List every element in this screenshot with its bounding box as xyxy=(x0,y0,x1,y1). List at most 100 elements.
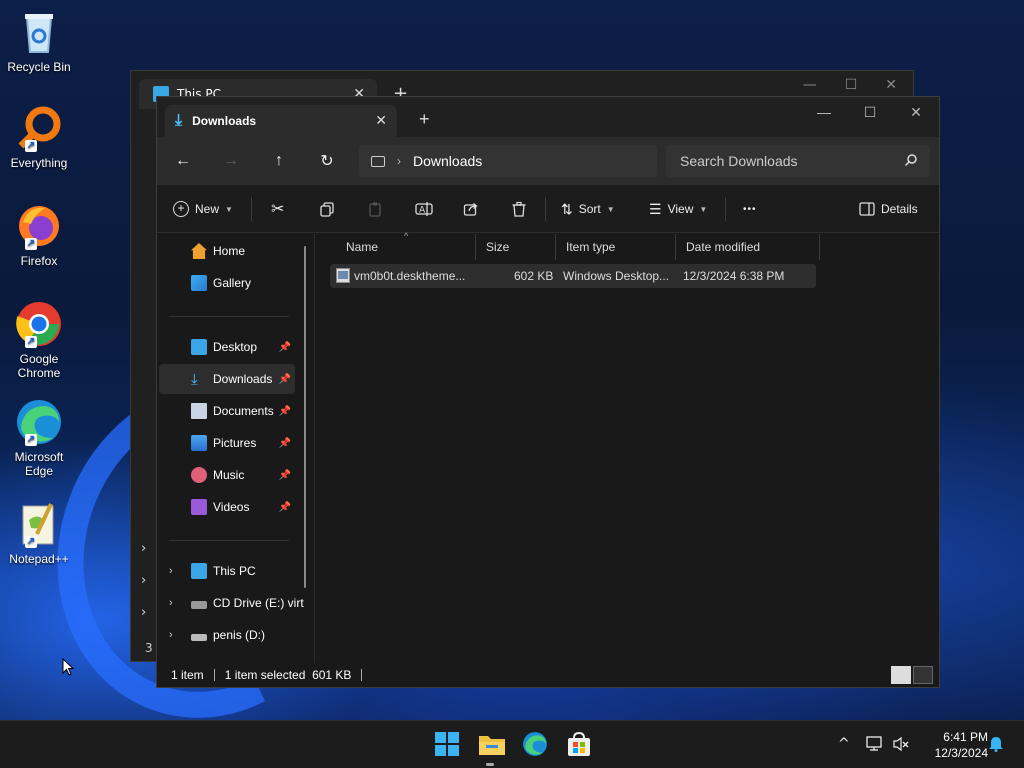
chevron-right-icon[interactable]: › xyxy=(141,605,146,620)
close-icon[interactable]: ✕ xyxy=(885,77,897,93)
tiles-view-button[interactable] xyxy=(913,666,933,684)
close-button[interactable]: ✕ xyxy=(893,97,939,127)
column-label: Item type xyxy=(566,240,616,254)
sidebar-item-this-pc[interactable]: › This PC xyxy=(159,556,295,586)
details-view-button[interactable] xyxy=(891,666,911,684)
download-arrow-icon: ⤓ xyxy=(175,112,183,129)
desktop-icon-firefox[interactable]: ↗ Firefox xyxy=(4,202,74,268)
desktop-icon-chrome[interactable]: ↗ Google Chrome xyxy=(4,300,74,380)
sort-button[interactable]: ⇅ Sort ▼ xyxy=(561,197,615,221)
sidebar-item-label: Desktop xyxy=(213,340,258,354)
pin-icon[interactable]: 📌 xyxy=(279,406,291,417)
sidebar-item-label: Videos xyxy=(213,500,250,514)
sidebar-item-music[interactable]: Music 📌 xyxy=(159,460,295,490)
sidebar-scrollbar[interactable] xyxy=(304,246,306,588)
new-tab-button[interactable]: + xyxy=(419,109,430,130)
chevron-down-icon: ▼ xyxy=(699,204,708,214)
paste-icon[interactable] xyxy=(367,197,383,221)
desktop-icon-everything[interactable]: ↗ Everything xyxy=(4,104,74,170)
pictures-folder-icon xyxy=(191,435,207,451)
table-row[interactable]: vm0b0t.desktheme... 602 KB Windows Deskt… xyxy=(330,264,816,288)
maximize-button[interactable]: ☐ xyxy=(847,97,893,127)
file-explorer-window[interactable]: ⤓ Downloads ✕ + — ☐ ✕ ← → ↑ ↻ › Download… xyxy=(156,96,940,688)
search-icon[interactable] xyxy=(904,153,918,170)
cut-icon[interactable]: ✂ xyxy=(271,197,284,221)
new-button[interactable]: + New ▼ xyxy=(173,197,233,221)
refresh-icon[interactable]: ↻ xyxy=(315,149,339,173)
pin-icon[interactable]: 📌 xyxy=(279,502,291,513)
navigation-pane: Home Gallery Desktop 📌 ⤓ Downloads 📌 Doc… xyxy=(157,234,315,665)
file-explorer-taskbar-button[interactable] xyxy=(478,731,506,759)
breadcrumb-separator-icon: › xyxy=(397,154,401,168)
clock-time: 6:41 PM xyxy=(943,730,988,744)
sort-label: Sort xyxy=(578,202,601,216)
minimize-button[interactable]: — xyxy=(801,97,847,127)
pin-icon[interactable]: 📌 xyxy=(279,438,291,449)
pin-icon[interactable]: 📌 xyxy=(279,374,291,385)
expand-chevron-icon[interactable]: › xyxy=(169,597,173,609)
sidebar-item-desktop[interactable]: Desktop 📌 xyxy=(159,332,295,362)
delete-icon[interactable] xyxy=(511,197,527,221)
details-pane-button[interactable]: Details xyxy=(859,197,918,221)
system-clock[interactable]: 6:41 PM 12/3/2024 xyxy=(916,729,988,761)
address-bar[interactable]: › Downloads xyxy=(359,145,657,177)
sidebar-item-pictures[interactable]: Pictures 📌 xyxy=(159,428,295,458)
notification-bell-icon[interactable] xyxy=(988,736,1004,756)
desktop-icon-notepadpp[interactable]: ↗ Notepad++ xyxy=(4,500,74,566)
view-toggle xyxy=(891,666,933,684)
sidebar-item-gallery[interactable]: Gallery xyxy=(159,268,295,298)
sort-arrows-icon: ⇅ xyxy=(561,200,573,217)
pin-icon[interactable]: 📌 xyxy=(279,470,291,481)
start-button[interactable] xyxy=(434,731,462,759)
desktop-icon-label: Recycle Bin xyxy=(7,60,71,74)
search-input[interactable]: Search Downloads xyxy=(666,145,930,177)
sort-ascending-icon: ^ xyxy=(404,231,409,241)
sidebar-item-home[interactable]: Home xyxy=(159,236,295,266)
sidebar-item-documents[interactable]: Documents 📌 xyxy=(159,396,295,426)
network-icon[interactable] xyxy=(866,736,884,756)
up-arrow-icon[interactable]: ↑ xyxy=(267,149,291,173)
column-header-modified[interactable]: Date modified xyxy=(676,234,820,260)
chevron-right-icon[interactable]: › xyxy=(141,541,146,556)
pin-icon[interactable]: 📌 xyxy=(279,342,291,353)
music-folder-icon xyxy=(191,467,207,483)
close-tab-icon[interactable]: ✕ xyxy=(375,112,387,129)
status-item-count: 1 item xyxy=(171,668,204,682)
computer-monitor-icon xyxy=(371,155,385,167)
sidebar-item-d-drive[interactable]: › penis (D:) xyxy=(159,620,295,650)
shortcut-arrow-icon: ↗ xyxy=(25,434,37,446)
desktop-icon-recycle-bin[interactable]: Recycle Bin xyxy=(4,8,74,74)
store-taskbar-button[interactable] xyxy=(566,731,594,759)
expand-chevron-icon[interactable]: › xyxy=(169,565,173,577)
sidebar-item-downloads[interactable]: ⤓ Downloads 📌 xyxy=(159,364,295,394)
gallery-icon xyxy=(191,275,207,291)
tab-downloads[interactable]: ⤓ Downloads ✕ xyxy=(165,105,397,137)
copy-icon[interactable] xyxy=(319,197,335,221)
expand-chevron-icon[interactable]: › xyxy=(169,629,173,641)
edge-icon xyxy=(523,732,547,756)
videos-folder-icon xyxy=(191,499,207,515)
more-options-button[interactable]: ••• xyxy=(743,197,757,221)
column-header-type[interactable]: Item type xyxy=(556,234,676,260)
minimize-icon[interactable]: — xyxy=(803,77,817,93)
share-icon[interactable] xyxy=(463,197,479,221)
window-controls: — ☐ ✕ xyxy=(803,77,897,93)
tray-overflow-chevron-icon[interactable]: ^ xyxy=(838,736,850,752)
maximize-icon[interactable]: ☐ xyxy=(845,77,858,93)
folder-icon xyxy=(479,736,505,755)
breadcrumb-downloads[interactable]: Downloads xyxy=(413,153,482,169)
view-button[interactable]: ☰ View ▼ xyxy=(649,197,707,221)
navigation-bar: ← → ↑ ↻ › Downloads Search Downloads xyxy=(157,137,939,185)
rename-icon[interactable]: A xyxy=(415,197,433,221)
forward-arrow-icon[interactable]: → xyxy=(219,149,243,173)
sidebar-item-videos[interactable]: Videos 📌 xyxy=(159,492,295,522)
chevron-right-icon[interactable]: › xyxy=(141,573,146,588)
desktop-icon-edge[interactable]: ↗ Microsoft Edge xyxy=(4,398,74,478)
volume-muted-icon[interactable] xyxy=(892,736,910,756)
back-arrow-icon[interactable]: ← xyxy=(171,149,195,173)
column-header-size[interactable]: Size xyxy=(476,234,556,260)
sidebar-item-cd-drive[interactable]: › CD Drive (E:) virt xyxy=(159,588,309,618)
title-bar[interactable]: ⤓ Downloads ✕ + — ☐ ✕ xyxy=(157,97,939,137)
file-modified: 12/3/2024 6:38 PM xyxy=(683,269,785,283)
edge-taskbar-button[interactable] xyxy=(522,731,550,759)
